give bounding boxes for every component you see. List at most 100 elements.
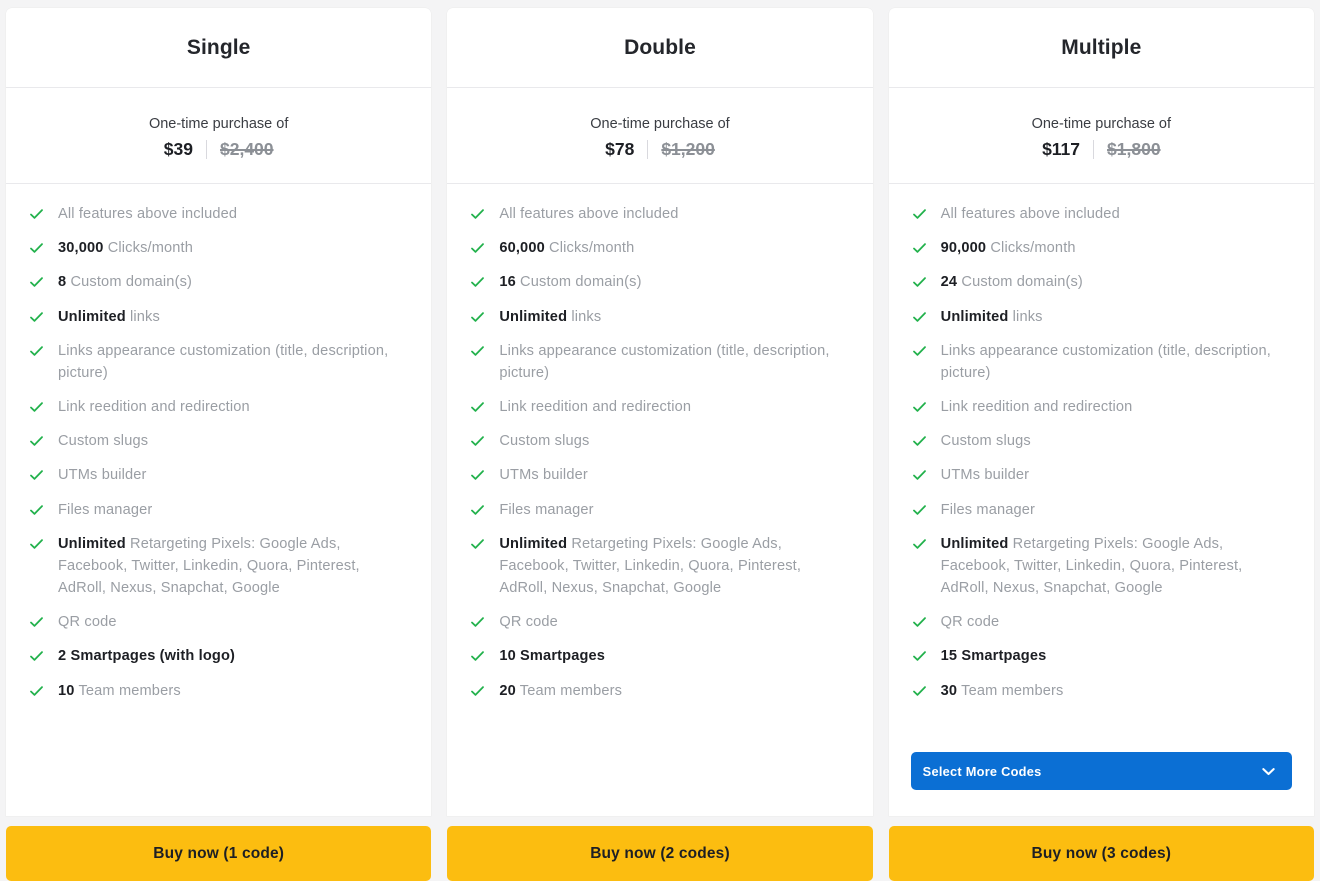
feature-item: Unlimited Retargeting Pixels: Google Ads… bbox=[911, 533, 1292, 600]
feature-label: 16 Custom domain(s) bbox=[499, 271, 641, 293]
feature-item: Custom slugs bbox=[28, 430, 409, 452]
feature-item: 16 Custom domain(s) bbox=[469, 271, 850, 293]
feature-item: 10 Smartpages bbox=[469, 645, 850, 667]
feature-highlight: 16 bbox=[499, 274, 516, 291]
feature-item: Files manager bbox=[28, 499, 409, 521]
check-icon bbox=[471, 311, 485, 322]
plan-card: Multiple One-time purchase of $117 $1,800 Al… bbox=[888, 8, 1314, 816]
feature-item: Unlimited links bbox=[28, 306, 409, 328]
feature-label: 10 Smartpages bbox=[499, 648, 606, 665]
price-line: $117 $1,800 bbox=[1042, 139, 1161, 160]
plan-title: Multiple bbox=[1061, 35, 1142, 59]
current-price: $78 bbox=[605, 138, 635, 159]
select-more-codes-button[interactable]: Select More Codes bbox=[910, 752, 1292, 790]
check-icon bbox=[912, 470, 926, 481]
feature-highlight: Unlimited bbox=[58, 308, 126, 325]
feature-item: Custom slugs bbox=[469, 430, 850, 452]
feature-label: Custom slugs bbox=[940, 433, 1031, 450]
feature-highlight: 20 bbox=[499, 682, 516, 699]
feature-label: Files manager bbox=[940, 501, 1036, 518]
feature-label: 8 Custom domain(s) bbox=[58, 271, 192, 293]
check-icon bbox=[912, 436, 926, 447]
features-list: All features above included 60,000 Clicks… bbox=[447, 184, 872, 816]
feature-label: QR code bbox=[499, 614, 558, 631]
features-spacer bbox=[28, 714, 409, 802]
feature-item: Unlimited links bbox=[911, 306, 1292, 328]
feature-label: 20 Team members bbox=[499, 680, 622, 702]
feature-item: Link reedition and redirection bbox=[28, 396, 409, 418]
plan-title-row: Multiple bbox=[888, 8, 1314, 88]
feature-label: Unlimited links bbox=[499, 306, 601, 328]
check-icon bbox=[471, 243, 485, 253]
buy-now-button[interactable]: Buy now (1 code) bbox=[6, 826, 432, 881]
check-icon bbox=[30, 436, 43, 447]
feature-label: QR code bbox=[58, 614, 117, 631]
check-icon bbox=[912, 538, 926, 549]
feature-item: Unlimited Retargeting Pixels: Google Ads… bbox=[469, 533, 850, 600]
feature-highlight: 30,000 bbox=[58, 240, 104, 257]
plan-column-double: Double One-time purchase of $78 $1,200 All f… bbox=[447, 8, 873, 881]
feature-label: All features above included bbox=[499, 206, 679, 222]
feature-label: Files manager bbox=[58, 501, 153, 518]
buy-now-button[interactable]: Buy now (2 codes) bbox=[447, 826, 873, 881]
feature-item: All features above included bbox=[469, 203, 850, 225]
feature-item: 10 Team members bbox=[28, 680, 409, 702]
current-price: $39 bbox=[163, 138, 193, 159]
feature-label: 90,000 Clicks/month bbox=[941, 237, 1076, 259]
feature-rest: Clicks/month bbox=[544, 240, 635, 257]
feature-item: 90,000 Clicks/month bbox=[911, 237, 1292, 259]
check-icon bbox=[30, 538, 43, 549]
feature-label: Links appearance customization (title, d… bbox=[940, 342, 1271, 381]
check-icon bbox=[912, 209, 926, 219]
feature-label: All features above included bbox=[940, 206, 1120, 222]
check-icon bbox=[912, 277, 926, 288]
check-icon bbox=[471, 651, 485, 662]
feature-rest: Team members bbox=[515, 682, 623, 699]
feature-label: Unlimited Retargeting Pixels: Google Ads… bbox=[58, 533, 409, 600]
feature-highlight: 10 bbox=[58, 682, 75, 699]
feature-label: 15 Smartpages bbox=[940, 648, 1047, 665]
check-icon bbox=[912, 504, 926, 515]
check-icon bbox=[30, 311, 43, 322]
check-icon bbox=[912, 617, 926, 628]
feature-rest: Clicks/month bbox=[103, 240, 193, 257]
price-line: $39 $2,400 bbox=[164, 139, 274, 160]
check-icon bbox=[30, 345, 43, 356]
feature-item: 2 Smartpages (with logo) bbox=[28, 645, 409, 667]
feature-label: UTMs builder bbox=[940, 467, 1030, 484]
feature-label: 10 Team members bbox=[58, 680, 181, 702]
feature-highlight: Unlimited bbox=[499, 308, 568, 325]
feature-label: Unlimited Retargeting Pixels: Google Ads… bbox=[499, 533, 850, 600]
feature-item: Custom slugs bbox=[911, 430, 1292, 452]
check-icon bbox=[30, 617, 43, 628]
feature-label: Files manager bbox=[499, 501, 594, 518]
feature-label: Link reedition and redirection bbox=[940, 399, 1133, 416]
feature-label: Unlimited links bbox=[941, 306, 1043, 328]
feature-item: All features above included bbox=[28, 203, 409, 225]
feature-rest: links bbox=[1008, 308, 1043, 325]
feature-item: 30,000 Clicks/month bbox=[28, 237, 409, 259]
feature-item: QR code bbox=[911, 611, 1292, 633]
feature-item: Link reedition and redirection bbox=[911, 396, 1292, 418]
check-icon bbox=[912, 243, 926, 253]
plan-price-row: One-time purchase of $39 $2,400 bbox=[6, 88, 432, 184]
select-more-codes-label: Select More Codes bbox=[922, 763, 1042, 779]
check-icon bbox=[471, 209, 485, 219]
feature-item: Link reedition and redirection bbox=[469, 396, 850, 418]
check-icon bbox=[30, 402, 43, 412]
feature-label: Custom slugs bbox=[499, 433, 590, 450]
plan-column-multiple: Multiple One-time purchase of $117 $1,800 Al… bbox=[888, 8, 1314, 881]
check-icon bbox=[30, 243, 43, 253]
buy-now-button[interactable]: Buy now (3 codes) bbox=[888, 826, 1314, 881]
feature-item: 20 Team members bbox=[469, 680, 850, 702]
pricing-plans-grid: Single One-time purchase of $39 $2,400 All f… bbox=[0, 0, 1320, 881]
check-icon bbox=[30, 209, 43, 219]
feature-label: Links appearance customization (title, d… bbox=[499, 342, 830, 381]
check-icon bbox=[471, 345, 485, 356]
check-icon bbox=[471, 617, 485, 628]
original-price: $1,200 bbox=[661, 138, 715, 159]
price-caption: One-time purchase of bbox=[1031, 115, 1172, 132]
plan-card: Single One-time purchase of $39 $2,400 All f… bbox=[6, 8, 432, 816]
feature-item: 8 Custom domain(s) bbox=[28, 271, 409, 293]
original-price: $1,800 bbox=[1107, 138, 1161, 159]
